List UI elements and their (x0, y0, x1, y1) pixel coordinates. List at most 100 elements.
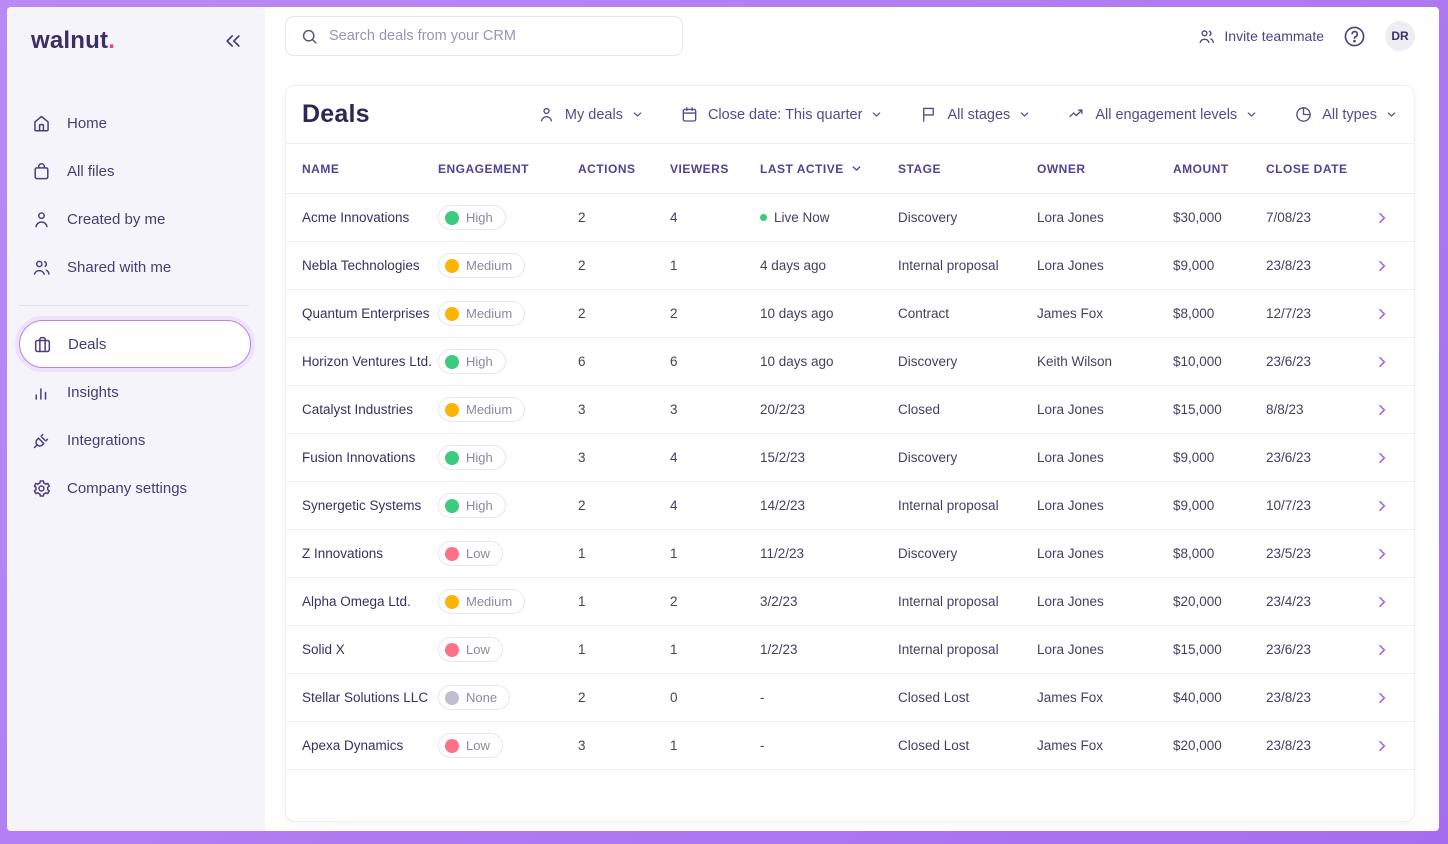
column-header-viewers[interactable]: VIEWERS (670, 162, 760, 176)
engagement-badge: Medium (438, 253, 525, 278)
sidebar-item-home[interactable]: Home (7, 99, 265, 147)
help-icon[interactable] (1342, 24, 1367, 49)
row-chevron-right-icon[interactable] (1374, 210, 1398, 226)
sidebar-item-shared-with-me[interactable]: Shared with me (7, 243, 265, 291)
plug-icon (31, 430, 52, 451)
row-chevron-right-icon[interactable] (1374, 498, 1398, 514)
deal-name: Apexa Dynamics (302, 738, 438, 753)
sidebar-item-label: Company settings (67, 480, 187, 497)
row-chevron-right-icon[interactable] (1374, 594, 1398, 610)
table-row[interactable]: Quantum EnterprisesMedium2210 days agoCo… (286, 290, 1414, 338)
last-active-label: 10 days ago (760, 306, 834, 321)
sidebar-item-insights[interactable]: Insights (7, 368, 265, 416)
column-header-amount[interactable]: AMOUNT (1173, 162, 1266, 176)
engagement-cell: High (438, 205, 578, 230)
filter-my-deals[interactable]: My deals (537, 105, 644, 124)
row-chevron-right-icon[interactable] (1374, 546, 1398, 562)
chevron-down-icon (631, 108, 644, 121)
close-date-cell: 23/6/23 (1266, 354, 1366, 369)
stage-cell: Closed Lost (898, 690, 1037, 705)
column-header-engagement[interactable]: ENGAGEMENT (438, 162, 578, 176)
viewers-count: 1 (670, 546, 760, 561)
deal-name: Synergetic Systems (302, 498, 438, 513)
filter-all-stages[interactable]: All stages (919, 105, 1031, 124)
table-row[interactable]: Stellar Solutions LLCNone20-Closed LostJ… (286, 674, 1414, 722)
column-header-actions[interactable]: ACTIONS (578, 162, 670, 176)
trend-icon (1067, 105, 1086, 124)
column-header-last-active[interactable]: LAST ACTIVE (760, 162, 898, 176)
sidebar-item-created-by-me[interactable]: Created by me (7, 195, 265, 243)
column-header-close-date[interactable]: CLOSE DATE (1266, 162, 1366, 176)
amount-cell: $9,000 (1173, 498, 1266, 513)
column-header-owner[interactable]: OWNER (1037, 162, 1173, 176)
engagement-cell: Low (438, 541, 578, 566)
row-chevron-right-icon[interactable] (1374, 690, 1398, 706)
last-active-cell: 14/2/23 (760, 498, 898, 513)
engagement-cell: High (438, 493, 578, 518)
row-chevron-right-icon[interactable] (1374, 402, 1398, 418)
actions-count: 2 (578, 258, 670, 273)
sidebar-item-deals[interactable]: Deals (19, 320, 251, 368)
last-active-cell: Live Now (760, 210, 898, 225)
engagement-cell: High (438, 349, 578, 374)
calendar-icon (680, 105, 699, 124)
filter-all-types[interactable]: All types (1294, 105, 1398, 124)
last-active-cell: 11/2/23 (760, 546, 898, 561)
table-row[interactable]: Nebla TechnologiesMedium214 days agoInte… (286, 242, 1414, 290)
table-row[interactable]: Synergetic SystemsHigh2414/2/23Internal … (286, 482, 1414, 530)
table-row[interactable]: Apexa DynamicsLow31-Closed LostJames Fox… (286, 722, 1414, 770)
close-date-cell: 23/6/23 (1266, 642, 1366, 657)
table-row[interactable]: Z InnovationsLow1111/2/23DiscoveryLora J… (286, 530, 1414, 578)
sidebar-item-company-settings[interactable]: Company settings (7, 464, 265, 512)
row-chevron-right-icon[interactable] (1374, 258, 1398, 274)
filter-label: All engagement levels (1095, 107, 1237, 123)
table-row[interactable]: Fusion InnovationsHigh3415/2/23Discovery… (286, 434, 1414, 482)
search-input[interactable] (329, 28, 668, 44)
column-header-stage[interactable]: STAGE (898, 162, 1037, 176)
amount-cell: $9,000 (1173, 450, 1266, 465)
search-box[interactable] (285, 16, 683, 56)
invite-teammate-button[interactable]: Invite teammate (1197, 27, 1324, 46)
owner-cell: Lora Jones (1037, 258, 1173, 273)
table-row[interactable]: Solid XLow111/2/23Internal proposalLora … (286, 626, 1414, 674)
table-row[interactable]: Horizon Ventures Ltd.High6610 days agoDi… (286, 338, 1414, 386)
sidebar-item-integrations[interactable]: Integrations (7, 416, 265, 464)
table-row[interactable]: Alpha Omega Ltd.Medium123/2/23Internal p… (286, 578, 1414, 626)
viewers-count: 1 (670, 738, 760, 753)
stage-cell: Discovery (898, 546, 1037, 561)
filter-label: My deals (565, 107, 623, 123)
deal-name: Horizon Ventures Ltd. (302, 354, 438, 369)
table-row[interactable]: Catalyst IndustriesMedium3320/2/23Closed… (286, 386, 1414, 434)
filter-close-date-this-quarter[interactable]: Close date: This quarter (680, 105, 883, 124)
sidebar-collapse-icon[interactable] (223, 31, 243, 51)
filter-all-engagement-levels[interactable]: All engagement levels (1067, 105, 1258, 124)
owner-cell: Lora Jones (1037, 546, 1173, 561)
chevron-down-icon (1385, 108, 1398, 121)
stage-cell: Contract (898, 306, 1037, 321)
deal-name: Acme Innovations (302, 210, 438, 225)
stage-cell: Internal proposal (898, 258, 1037, 273)
deal-name: Alpha Omega Ltd. (302, 594, 438, 609)
table-row[interactable]: Acme InnovationsHigh24Live NowDiscoveryL… (286, 194, 1414, 242)
engagement-dot (445, 403, 459, 417)
sidebar-item-all-files[interactable]: All files (7, 147, 265, 195)
user-avatar[interactable]: DR (1385, 21, 1415, 51)
column-header-name[interactable]: NAME (302, 162, 438, 176)
column-label: ENGAGEMENT (438, 162, 529, 176)
engagement-badge: Medium (438, 301, 525, 326)
amount-cell: $30,000 (1173, 210, 1266, 225)
row-chevron-right-icon[interactable] (1374, 354, 1398, 370)
last-active-cell: - (760, 690, 898, 705)
row-chevron-right-icon[interactable] (1374, 642, 1398, 658)
row-chevron-right-icon[interactable] (1374, 450, 1398, 466)
stage-cell: Internal proposal (898, 498, 1037, 513)
viewers-count: 6 (670, 354, 760, 369)
engagement-dot (445, 259, 459, 273)
home-icon (31, 113, 52, 134)
engagement-badge: Medium (438, 397, 525, 422)
amount-cell: $10,000 (1173, 354, 1266, 369)
viewers-count: 4 (670, 450, 760, 465)
row-chevron-right-icon[interactable] (1374, 306, 1398, 322)
row-chevron-right-icon[interactable] (1374, 738, 1398, 754)
engagement-label: High (466, 498, 493, 513)
